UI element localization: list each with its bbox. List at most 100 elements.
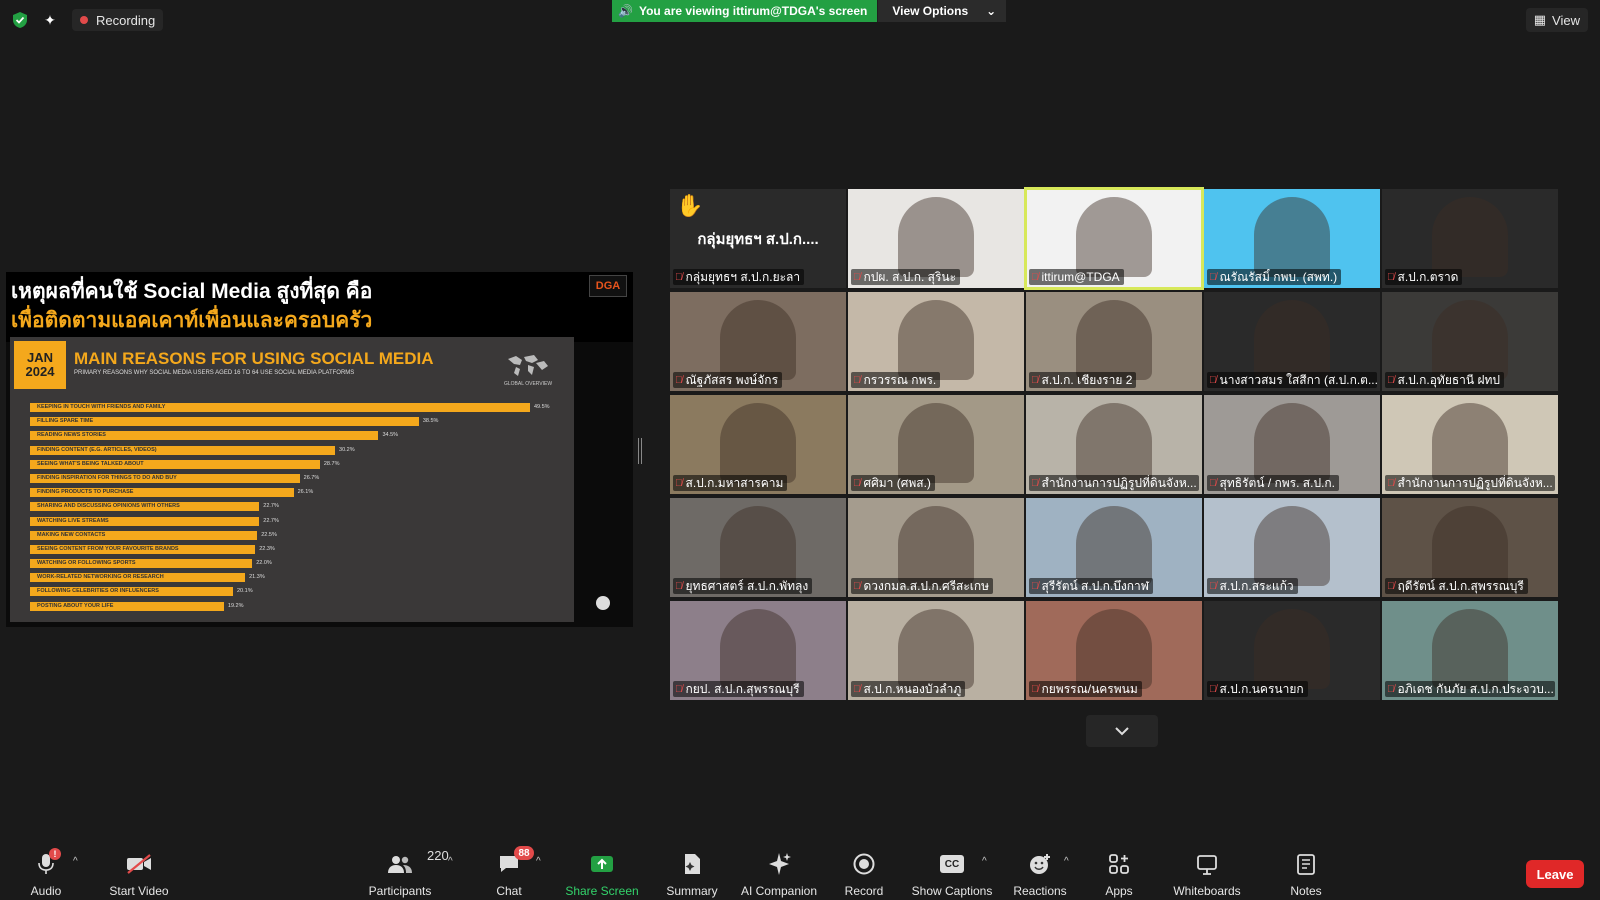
participant-tile[interactable]: 🎙̸ ส.ป.ก. เชียงราย 2 <box>1026 292 1202 391</box>
participant-tile[interactable]: 🎙̸ กยป. ส.ป.ก.สุพรรณบุรี <box>670 601 846 700</box>
reactions-options-caret-icon[interactable]: ^ <box>1064 856 1069 867</box>
chat-icon: 88 <box>498 846 534 876</box>
participant-tile[interactable]: 🎙̸ สำนักงานการปฏิรูปที่ดินจังห... <box>1026 395 1202 494</box>
participant-video-feed <box>1076 300 1152 380</box>
participant-tile[interactable]: 🎙̸ ส.ป.ก.หนองบัวลำภู <box>848 601 1024 700</box>
audio-button[interactable]: ! Audio <box>28 844 64 900</box>
audio-alert-badge: ! <box>49 848 61 860</box>
bar-row: SHARING AND DISCUSSING OPINIONS WITH OTH… <box>30 500 570 514</box>
participant-name-label: 🎙̸ ส.ป.ก.ตราด <box>1385 269 1463 285</box>
participant-name-label: 🎙̸ ณรัณรัสมิ์ กพบ. (สพท.) <box>1207 269 1342 285</box>
participant-video-feed <box>1254 300 1330 380</box>
chat-button[interactable]: 88 Chat <box>494 844 534 900</box>
participant-name: ฤดีรัตน์ ส.ป.ก.สุพรรณบุรี <box>1397 578 1524 593</box>
bar-chart: KEEPING IN TOUCH WITH FRIENDS AND FAMILY… <box>30 401 570 614</box>
chat-options-caret-icon[interactable]: ^ <box>536 856 541 867</box>
slide-title: MAIN REASONS FOR USING SOCIAL MEDIA <box>74 349 434 368</box>
muted-microphone-icon: 🎙̸ <box>1209 580 1217 592</box>
participant-video-feed <box>1254 403 1330 483</box>
show-captions-button[interactable]: CC Show Captions <box>910 844 994 900</box>
participant-tile[interactable]: 🎙̸ ส.ป.ก.อุทัยธานี ฝทป <box>1382 292 1558 391</box>
participant-tile[interactable]: 🎙̸ ส.ป.ก.มหาสารคาม <box>670 395 846 494</box>
recording-indicator[interactable]: Recording <box>72 9 164 31</box>
participant-tile[interactable]: 🎙̸ ittirum@TDGA <box>1024 187 1204 290</box>
notes-button[interactable]: Notes <box>1288 844 1324 900</box>
participant-name-label: 🎙̸ กยพรรณ/นครพนม <box>1029 681 1142 697</box>
participant-name: ณัฐภัสสร พงษ์จักร <box>685 372 779 387</box>
participant-video-feed <box>1432 300 1508 380</box>
participants-options-caret-icon[interactable]: ^ <box>448 856 453 867</box>
participant-name: กยป. ส.ป.ก.สุพรรณบุรี <box>685 681 800 696</box>
start-video-button[interactable]: Start Video <box>104 844 174 900</box>
participant-tile[interactable]: 🎙̸ สำนักงานการปฏิรูปที่ดินจังห... <box>1382 395 1558 494</box>
view-button[interactable]: ▦ View <box>1525 8 1588 32</box>
participant-tile[interactable]: 🎙̸ กปผ. ส.ป.ก. สุรินะ <box>848 189 1024 288</box>
bar-category-label: WATCHING OR FOLLOWING SPORTS <box>37 560 136 567</box>
shared-screen: เหตุผลที่คนใช้ Social Media สูงที่สุด คื… <box>6 272 633 627</box>
participant-video-feed <box>720 300 796 380</box>
apps-icon <box>1108 852 1130 876</box>
bar-value-label: 22.7% <box>263 517 279 524</box>
participant-tile[interactable]: ✋ กลุ่มยุทธฯ ส.ป.ก.... 🎙̸ กลุ่มยุทธฯ ส.ป.ก.… <box>670 189 846 288</box>
participant-tile[interactable]: 🎙̸ กรวรรณ กพร. <box>848 292 1024 391</box>
record-button[interactable]: Record <box>842 844 886 900</box>
bar-category-label: POSTING ABOUT YOUR LIFE <box>37 602 114 609</box>
participant-tile[interactable]: 🎙̸ ดวงกมล.ส.ป.ก.ศรีสะเกษ <box>848 498 1024 597</box>
captions-options-caret-icon[interactable]: ^ <box>982 856 987 867</box>
participant-tile[interactable]: 🎙̸ ฤดีรัตน์ ส.ป.ก.สุพรรณบุรี <box>1382 498 1558 597</box>
notes-label: Notes <box>1290 884 1322 898</box>
participant-tile[interactable]: 🎙̸ ส.ป.ก.นครนายก <box>1204 601 1380 700</box>
raised-hand-icon: ✋ <box>676 193 704 218</box>
participant-video-feed <box>1432 506 1508 586</box>
bar-category-label: SEEING WHAT'S BEING TALKED ABOUT <box>37 460 144 467</box>
participant-name-label: 🎙̸ ส.ป.ก. เชียงราย 2 <box>1029 372 1137 388</box>
participant-tile[interactable]: 🎙̸ ส.ป.ก.ตราด <box>1382 189 1558 288</box>
shared-heading-line2: เพื่อติดตามแอคเคาท์เพื่อนและครอบครัว <box>11 309 373 332</box>
split-resize-handle[interactable] <box>638 438 642 464</box>
muted-microphone-icon: 🎙̸ <box>1387 683 1395 695</box>
muted-microphone-icon: 🎙̸ <box>675 477 683 489</box>
audio-label: Audio <box>30 884 62 898</box>
apps-button[interactable]: Apps <box>1102 844 1136 900</box>
view-options-button[interactable]: View Options ⌄ <box>877 0 1007 22</box>
participant-tile[interactable]: 🎙̸ กยพรรณ/นครพนม <box>1026 601 1202 700</box>
participant-tile[interactable]: 🎙̸ ณรัณรัสมิ์ กพบ. (สพท.) <box>1204 189 1380 288</box>
share-screen-button[interactable]: Share Screen <box>565 844 639 900</box>
participant-tile[interactable]: 🎙̸ สุรีรัตน์ ส.ป.ก.บึงกาฬ <box>1026 498 1202 597</box>
summary-button[interactable]: Summary <box>664 844 720 900</box>
participant-tile[interactable]: 🎙̸ นางสาวสมร ใสสีกา (ส.ป.ก.ต... <box>1204 292 1380 391</box>
ai-companion-button[interactable]: AI Companion <box>738 844 820 900</box>
bar-value-label: 22.7% <box>263 503 279 510</box>
participant-name: สำนักงานการปฏิรูปที่ดินจังห... <box>1397 475 1553 490</box>
participant-name: กลุ่มยุทธฯ ส.ป.ก.ยะลา <box>685 269 801 284</box>
participant-tile[interactable]: 🎙̸ ศศิมา (ศพส.) <box>848 395 1024 494</box>
audio-options-caret-icon[interactable]: ^ <box>73 856 78 867</box>
bar-category-label: MAKING NEW CONTACTS <box>37 531 106 538</box>
participant-tile[interactable]: 🎙̸ อภิเดช กันภัย ส.ป.ก.ประจวบ... <box>1382 601 1558 700</box>
leave-button[interactable]: Leave <box>1526 860 1584 888</box>
participant-name: สำนักงานการปฏิรูปที่ดินจังห... <box>1041 475 1197 490</box>
ai-sparkle-icon[interactable]: ✦ <box>40 10 60 30</box>
record-icon <box>853 852 875 876</box>
participant-tile[interactable]: 🎙̸ ณัฐภัสสร พงษ์จักร <box>670 292 846 391</box>
viewing-banner: 🔊 You are viewing ittirum@TDGA's screen … <box>612 0 1007 22</box>
security-shield-icon[interactable] <box>10 10 30 30</box>
meeting-toolbar: ! Audio ^ Start Video 220 Participants ^… <box>0 844 1600 900</box>
muted-microphone-icon: 🎙̸ <box>1387 580 1395 592</box>
participant-tile[interactable]: 🎙̸ สุทธิรัตน์ / กพร. ส.ป.ก. <box>1204 395 1380 494</box>
participants-button[interactable]: 220 Participants <box>362 844 449 900</box>
participant-video-feed <box>1432 197 1508 277</box>
participant-video-feed <box>1076 197 1152 277</box>
closed-captions-icon: CC <box>940 852 964 876</box>
show-more-participants-button[interactable] <box>1086 715 1158 747</box>
chevron-down-icon: ⌄ <box>986 4 997 18</box>
whiteboards-button[interactable]: Whiteboards <box>1172 844 1242 900</box>
participant-name-label: 🎙̸ ส.ป.ก.นครนายก <box>1207 681 1308 697</box>
reactions-button[interactable]: Reactions <box>1012 844 1068 900</box>
viewing-text: You are viewing ittirum@TDGA's screen <box>638 4 868 18</box>
participant-tile[interactable]: 🎙̸ ส.ป.ก.สระแก้ว <box>1204 498 1380 597</box>
bar-row: SEEING CONTENT FROM YOUR FAVOURITE BRAND… <box>30 543 570 557</box>
participant-tile[interactable]: 🎙̸ ยุทธศาสตร์ ส.ป.ก.พัทลุง <box>670 498 846 597</box>
muted-microphone-icon: 🎙̸ <box>853 580 861 592</box>
participant-name: ส.ป.ก.หนองบัวลำภู <box>863 681 962 696</box>
